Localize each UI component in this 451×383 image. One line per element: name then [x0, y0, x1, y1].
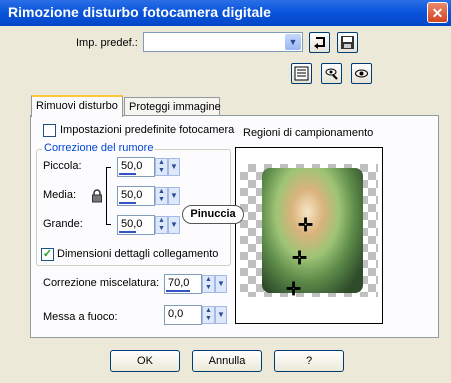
transparency-checkerboard: ✛ ✛ ✛	[240, 164, 378, 298]
default-settings-label: Impostazioni predefinite fotocamera	[60, 124, 235, 136]
default-settings-checkbox[interactable]	[43, 124, 56, 137]
piccola-spinner[interactable]: ▲ ▼	[155, 158, 168, 176]
blend-label: Correzione miscelatura:	[43, 277, 160, 289]
grande-bar	[119, 231, 136, 233]
blend-bar	[166, 290, 190, 292]
blend-spinner[interactable]: ▲ ▼	[202, 275, 215, 293]
watermark-badge: Pinuccia	[182, 205, 244, 224]
media-spinner[interactable]: ▲ ▼	[155, 187, 168, 205]
ok-button[interactable]: OK	[110, 350, 180, 372]
ok-label: OK	[137, 355, 153, 367]
sharpen-slider-dropdown[interactable]: ▼	[215, 306, 227, 324]
sharpen-value: 0,0	[168, 308, 184, 320]
blend-value: 70,0	[168, 277, 190, 289]
sample-region-marker[interactable]: ✛	[292, 249, 307, 267]
media-input[interactable]: 50,0	[117, 186, 155, 206]
reset-button[interactable]	[309, 32, 330, 53]
eye-icon	[355, 69, 368, 78]
lock-icon[interactable]	[91, 189, 103, 206]
save-icon	[341, 36, 354, 49]
media-bar	[119, 202, 136, 204]
tab-rimuovi-disturbo[interactable]: Rimuovi disturbo	[31, 95, 123, 117]
piccola-value: 50,0	[121, 160, 143, 172]
tab-label: Proteggi immagine	[129, 101, 221, 113]
close-button[interactable]: ✕	[427, 2, 448, 23]
tab-label: Rimuovi disturbo	[36, 100, 118, 112]
hand-preview-button[interactable]	[321, 63, 342, 84]
chevron-down-icon: ▼	[285, 34, 301, 50]
preset-dropdown[interactable]: ▼	[143, 32, 303, 52]
reset-icon	[314, 37, 325, 49]
piccola-bar	[119, 173, 136, 175]
piccola-label: Piccola:	[43, 160, 82, 172]
checkmark-icon: ✓	[42, 248, 53, 260]
sample-region-marker[interactable]: ✛	[286, 280, 301, 298]
tab-proteggi-immagine[interactable]: Proteggi immagine	[124, 97, 221, 117]
sampling-preview[interactable]: ✛ ✛ ✛	[235, 147, 383, 324]
grande-slider-dropdown[interactable]: ▼	[168, 216, 180, 234]
sampling-title: Regioni di campionamento	[243, 127, 374, 139]
grande-spinner[interactable]: ▲ ▼	[155, 216, 168, 234]
help-button[interactable]: ?	[274, 350, 344, 372]
hand-preview-icon	[325, 68, 338, 80]
piccola-slider-dropdown[interactable]: ▼	[168, 158, 180, 176]
noise-group-title: Correzione del rumore	[42, 142, 156, 154]
grande-input[interactable]: 50,0	[117, 215, 155, 235]
save-preset-button[interactable]	[337, 32, 358, 53]
grande-value: 50,0	[121, 218, 143, 230]
close-icon: ✕	[431, 5, 444, 21]
media-label: Media:	[43, 189, 77, 201]
blend-input[interactable]: 70,0	[164, 274, 202, 294]
sharpen-input[interactable]: 0,0	[164, 305, 202, 325]
media-slider-dropdown[interactable]: ▼	[168, 187, 180, 205]
link-details-checkbox[interactable]: ✓	[41, 248, 54, 261]
preset-label: Imp. predef.:	[76, 37, 138, 49]
piccola-input[interactable]: 50,0	[117, 157, 155, 177]
link-bracket	[106, 167, 111, 225]
eye-preview-button[interactable]	[351, 63, 372, 84]
randomize-button[interactable]	[291, 63, 312, 84]
media-value: 50,0	[121, 189, 143, 201]
cancel-button[interactable]: Annulla	[192, 350, 262, 372]
help-label: ?	[305, 355, 313, 367]
blend-slider-dropdown[interactable]: ▼	[215, 275, 227, 293]
grande-label: Grande:	[43, 218, 83, 230]
link-details-label: Dimensioni dettagli collegamento	[57, 248, 219, 260]
title-bar: Rimozione disturbo fotocamera digitale ✕	[0, 0, 451, 26]
sample-region-marker[interactable]: ✛	[298, 216, 313, 234]
sharpen-label: Messa a fuoco:	[43, 311, 118, 323]
window-title: Rimozione disturbo fotocamera digitale	[8, 4, 271, 20]
randomize-icon	[294, 66, 309, 81]
cancel-label: Annulla	[208, 355, 246, 367]
sharpen-spinner[interactable]: ▲ ▼	[202, 306, 215, 324]
